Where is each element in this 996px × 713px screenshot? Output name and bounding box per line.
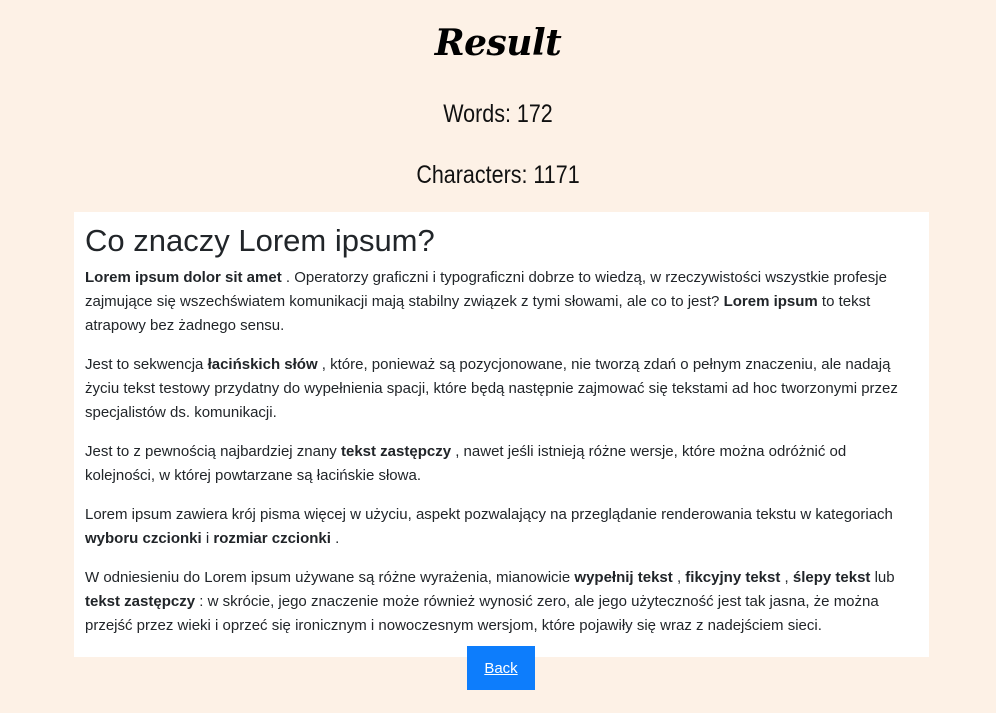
bold-phrase: łacińskich słów bbox=[207, 356, 318, 373]
paragraph-text: Lorem ipsum zawiera krój pisma więcej w … bbox=[85, 506, 893, 523]
paragraph-2: Jest to sekwencja łacińskich słów , któr… bbox=[85, 353, 918, 425]
bold-phrase: rozmiar czcionki bbox=[213, 530, 331, 547]
paragraph-text: Jest to sekwencja bbox=[85, 356, 208, 373]
character-count: Characters: 1171 bbox=[416, 161, 580, 189]
paragraph-4: Lorem ipsum zawiera krój pisma więcej w … bbox=[85, 503, 918, 551]
bold-phrase: wyboru czcionki bbox=[85, 530, 202, 547]
word-count: Words: 172 bbox=[443, 100, 553, 128]
result-title: Result bbox=[434, 22, 562, 64]
paragraph-text: Jest to z pewnością najbardziej znany bbox=[85, 443, 341, 460]
bold-phrase: ślepy tekst bbox=[792, 569, 871, 586]
back-button[interactable]: Back bbox=[467, 646, 535, 690]
article-heading: Co znaczy Lorem ipsum? bbox=[85, 223, 435, 258]
paragraph-text: : w skrócie, jego znaczenie może również… bbox=[85, 593, 879, 634]
paragraph-3: Jest to z pewnością najbardziej znany te… bbox=[85, 440, 918, 488]
paragraph-text: W odniesieniu do Lorem ipsum używane są … bbox=[85, 569, 575, 586]
paragraph-text: , bbox=[780, 569, 793, 586]
bold-phrase: Lorem ipsum dolor sit amet bbox=[85, 269, 282, 286]
paragraph-1: Lorem ipsum dolor sit amet . Operatorzy … bbox=[85, 266, 918, 338]
bold-phrase: tekst zastępczy bbox=[340, 443, 452, 460]
paragraph-text: i bbox=[201, 530, 214, 547]
paragraph-text: . bbox=[330, 530, 340, 547]
paragraph-text: , bbox=[672, 569, 686, 586]
paragraph-5: W odniesieniu do Lorem ipsum używane są … bbox=[85, 566, 918, 638]
paragraph-text: lub bbox=[870, 569, 895, 586]
bold-phrase: Lorem ipsum bbox=[723, 293, 818, 310]
bold-phrase: tekst zastępczy bbox=[85, 593, 196, 610]
result-text-card: Co znaczy Lorem ipsum? Lorem ipsum dolor… bbox=[74, 212, 929, 657]
bold-phrase: wypełnij tekst bbox=[574, 569, 673, 586]
bold-phrase: fikcyjny tekst bbox=[685, 569, 781, 586]
